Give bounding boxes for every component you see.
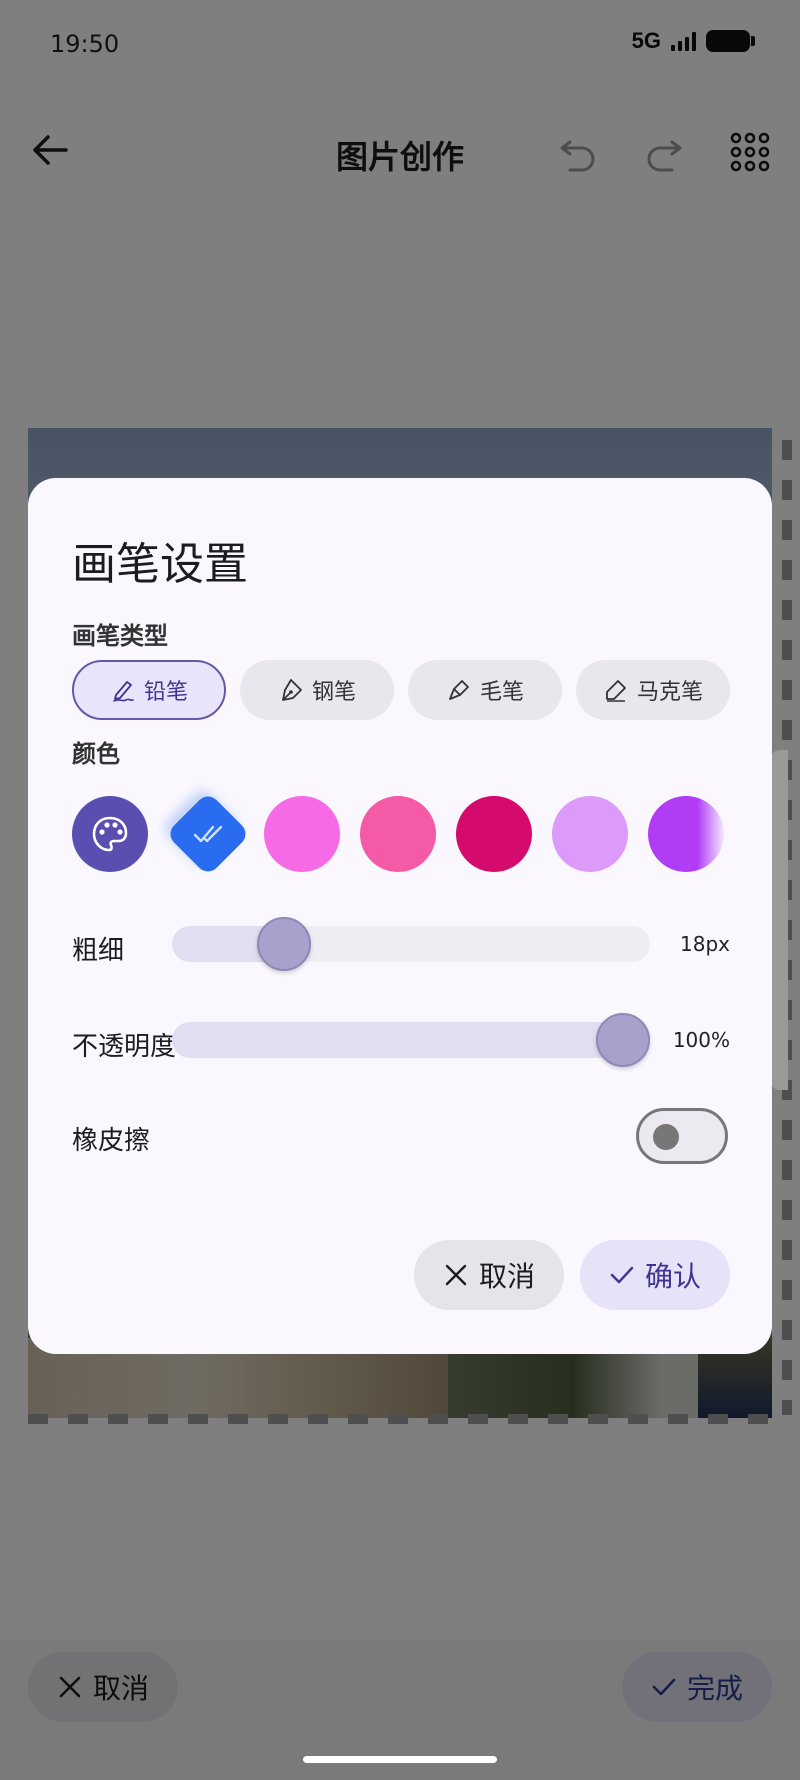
brush-type-pencil[interactable]: 铅笔 [72,660,226,720]
brush-type-label-pen: 钢笔 [311,680,356,705]
dialog-cancel-label: 取消 [478,1260,535,1293]
brush-settings-dialog: 画笔设置 画笔类型 铅笔 钢笔 毛笔 马克笔 颜色 粗细 18px 不透明度 1… [28,478,772,1354]
dialog-confirm-button[interactable]: 确认 [580,1240,730,1310]
color-swatch[interactable] [552,796,628,872]
color-swatch[interactable] [264,796,340,872]
color-picker-button[interactable] [72,796,148,872]
eraser-label: 橡皮擦 [72,1126,151,1156]
brush-icon [449,680,469,700]
home-indicator[interactable] [303,1756,497,1763]
brush-type-label-marker: 马克笔 [636,680,703,705]
dialog-cancel-button[interactable]: 取消 [414,1240,564,1310]
dialog-title: 画笔设置 [72,539,248,590]
selected-check [168,796,248,872]
side-panel-edge [770,750,788,1090]
color-label: 颜色 [72,740,120,768]
opacity-label: 不透明度 [72,1032,177,1062]
thickness-label: 粗细 [72,936,125,966]
opacity-value: 100% [672,1028,730,1052]
fountain-pen-icon [282,679,302,701]
brush-type-brush[interactable]: 毛笔 [408,660,562,720]
brush-type-marker[interactable]: 马克笔 [576,660,730,720]
pencil-icon [113,681,134,702]
eraser-toggle-knob [653,1124,679,1150]
brush-type-label: 画笔类型 [72,622,168,650]
double-check-icon [193,825,223,843]
brush-type-label-pencil: 铅笔 [143,680,188,705]
brush-type-pen[interactable]: 钢笔 [240,660,394,720]
thickness-value: 18px [680,932,730,956]
thickness-slider[interactable] [172,917,650,971]
marker-icon [606,680,626,702]
opacity-fill [172,1022,623,1058]
color-swatch[interactable] [360,796,436,872]
color-swatch[interactable] [648,796,724,872]
thickness-thumb[interactable] [257,917,311,971]
color-swatch[interactable] [456,796,532,872]
brush-type-label-brush: 毛笔 [479,680,524,705]
opacity-thumb[interactable] [596,1013,650,1067]
opacity-slider[interactable] [172,1013,650,1067]
eraser-toggle[interactable] [636,1108,728,1164]
close-icon [445,1264,467,1286]
check-icon [610,1266,634,1284]
palette-icon [92,816,128,852]
dialog-confirm-label: 确认 [644,1260,701,1293]
